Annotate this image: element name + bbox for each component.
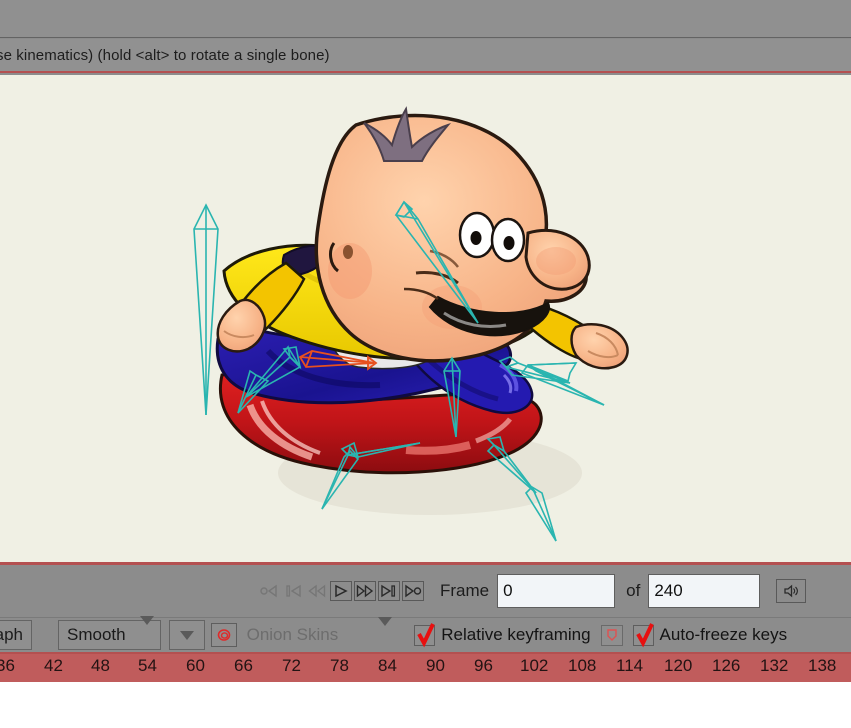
- auto-freeze-keys-label: Auto-freeze keys: [659, 625, 788, 644]
- timeline-tick: 78: [330, 656, 349, 675]
- onion-skins-label: Onion Skins: [246, 625, 339, 644]
- timeline-tick: 132: [760, 656, 789, 675]
- timeline-tick: 102: [520, 656, 549, 675]
- timeline-tick: 120: [664, 656, 693, 675]
- previous-keyframe-button[interactable]: [282, 581, 304, 601]
- hint-text: se kinematics) (hold <alt> to rotate a s…: [0, 46, 330, 64]
- fast-forward-button[interactable]: [354, 581, 376, 601]
- bone-right-chest: [520, 363, 605, 406]
- status-hint-bar: se kinematics) (hold <alt> to rotate a s…: [0, 39, 851, 73]
- chevron-down-icon: [139, 616, 154, 645]
- auto-freeze-keys-checkbox[interactable]: Auto-freeze keys: [632, 622, 788, 647]
- relative-keyframing-checkbox[interactable]: Relative keyframing: [414, 622, 591, 647]
- frame-label: Frame: [440, 581, 490, 600]
- timeline-ruler[interactable]: 36 42 48 54 60 66 72 78 84 90 96 102 108 114 120 126 132…: [0, 654, 851, 682]
- timeline-tick: 66: [234, 656, 253, 675]
- timeline-tick: 126: [712, 656, 741, 675]
- timeline-tick: 60: [186, 656, 205, 675]
- timeline-tick: 84: [378, 656, 397, 675]
- bone-root: [193, 203, 219, 416]
- speaker-icon[interactable]: [776, 579, 807, 603]
- animation-canvas[interactable]: [0, 75, 851, 562]
- step-back-button[interactable]: [306, 581, 328, 601]
- top-toolbar-area: [0, 0, 851, 38]
- onion-skins-dropdown[interactable]: [378, 617, 393, 644]
- onion-ring-icon[interactable]: [210, 623, 237, 647]
- checkmark-icon: [417, 622, 436, 647]
- timeline-tick: 114: [616, 656, 644, 675]
- interpolation-dropdown[interactable]: Smooth: [58, 616, 161, 650]
- playback-toolbar: Frame 0 of 240: [0, 565, 851, 618]
- timeline-tick: 90: [426, 656, 445, 675]
- interpolation-options-dropdown[interactable]: [168, 620, 205, 650]
- total-frames-input[interactable]: 240: [648, 574, 761, 608]
- interpolation-value: Smooth: [67, 625, 126, 644]
- next-keyframe-button[interactable]: [378, 581, 400, 601]
- timeline-tick: 54: [138, 656, 157, 675]
- page-bottom-area: [0, 682, 851, 728]
- chevron-down-icon: [179, 630, 194, 640]
- checkbox-box: [632, 622, 654, 647]
- of-label: of: [626, 581, 641, 600]
- timeline-tick: 72: [282, 656, 301, 675]
- application-window: se kinematics) (hold <alt> to rotate a s…: [0, 0, 851, 728]
- timeline-tick: 96: [474, 656, 493, 675]
- timeline-tick: 42: [44, 656, 63, 675]
- character-artwork: [193, 106, 629, 542]
- relative-keyframing-label: Relative keyframing: [441, 625, 591, 644]
- timeline-tick: 36: [0, 656, 15, 675]
- keyframe-options-toolbar: aph Smooth Onion Skins: [0, 616, 851, 654]
- timeline-tick: 138: [808, 656, 837, 675]
- play-button[interactable]: [330, 581, 352, 601]
- checkmark-icon: [635, 622, 654, 647]
- timeline-tick: 48: [91, 656, 110, 675]
- shield-icon[interactable]: [600, 624, 623, 646]
- checkbox-box: [414, 622, 436, 647]
- rewind-to-start-button[interactable]: [258, 581, 280, 601]
- graph-mode-button[interactable]: aph: [0, 620, 32, 650]
- frame-input[interactable]: 0: [497, 574, 616, 608]
- timeline-tick: 108: [568, 656, 597, 675]
- play-to-end-button[interactable]: [402, 581, 424, 601]
- transport-controls: [258, 581, 424, 601]
